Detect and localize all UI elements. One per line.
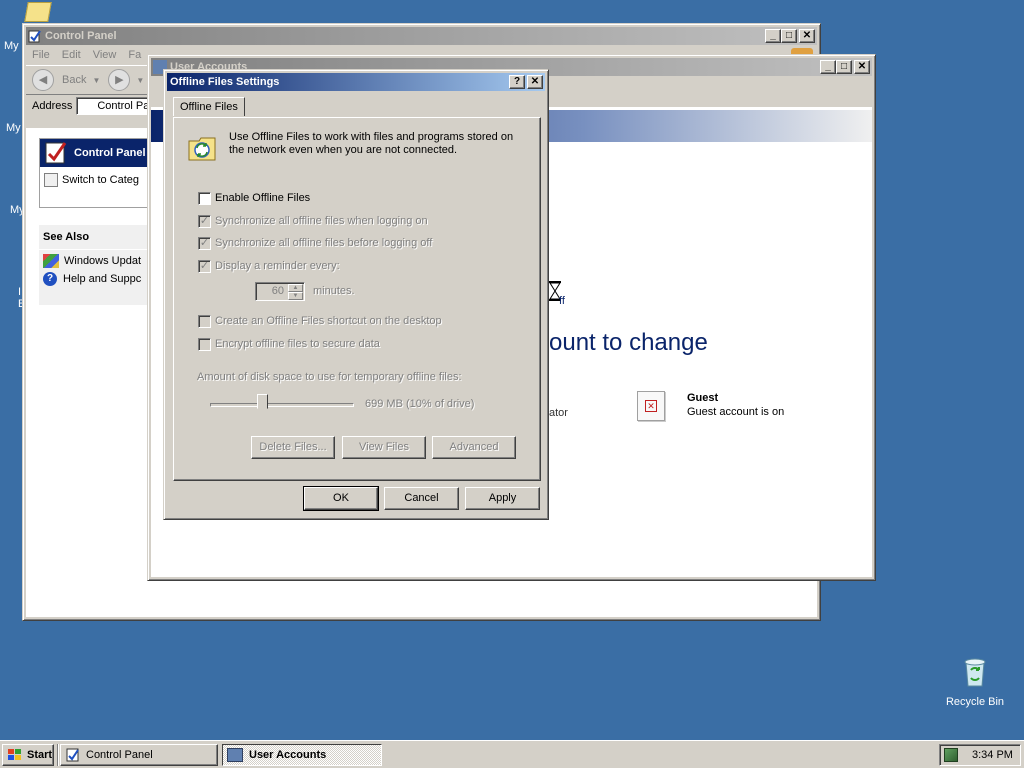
encrypt-checkbox[interactable] bbox=[198, 338, 211, 351]
pick-account-heading: ount to change bbox=[549, 329, 708, 356]
control-panel-icon bbox=[66, 748, 79, 762]
help-icon: ? bbox=[43, 272, 57, 286]
slider-track bbox=[210, 403, 354, 407]
taskbar-item-label: User Accounts bbox=[249, 749, 327, 761]
disk-space-label: Amount of disk space to use for temporar… bbox=[197, 371, 462, 383]
taskbar-item-user-accounts[interactable]: User Accounts bbox=[222, 744, 382, 766]
encrypt-label: Encrypt offline files to secure data bbox=[215, 338, 380, 350]
dialog-title: Offline Files Settings bbox=[170, 76, 280, 88]
chevron-down-icon[interactable]: ▼ bbox=[136, 76, 144, 85]
view-files-button[interactable]: View Files bbox=[342, 436, 426, 459]
system-tray: 3:34 PM bbox=[939, 744, 1021, 766]
taskbar-item-label: Control Panel bbox=[86, 749, 153, 761]
reminder-label: Display a reminder every: bbox=[215, 260, 340, 272]
off-text-fragment: ff bbox=[559, 295, 565, 307]
sync-logon-checkbox[interactable]: ✓ bbox=[198, 215, 211, 228]
enable-offline-files-label[interactable]: Enable Offline Files bbox=[215, 192, 310, 204]
window-title: Control Panel bbox=[45, 30, 117, 42]
guest-status: Guest account is on bbox=[687, 406, 785, 418]
cancel-button[interactable]: Cancel bbox=[384, 487, 459, 510]
control-panel-icon bbox=[28, 30, 41, 43]
my-documents-icon[interactable] bbox=[24, 2, 52, 22]
network-tray-icon[interactable] bbox=[944, 748, 958, 762]
tab-offline-files[interactable]: Offline Files bbox=[173, 97, 245, 116]
minimize-button[interactable]: _ bbox=[765, 29, 781, 43]
task-pane-control-panel: Control Panel Switch to Categ bbox=[39, 138, 159, 208]
delete-files-button[interactable]: Delete Files... bbox=[251, 436, 335, 459]
switch-view-icon bbox=[44, 173, 58, 187]
forward-arrow-icon[interactable]: ▶ bbox=[108, 69, 131, 91]
reminder-checkbox[interactable]: ✓ bbox=[198, 260, 211, 273]
advanced-button[interactable]: Advanced bbox=[432, 436, 516, 459]
maximize-button[interactable]: □ bbox=[836, 60, 852, 74]
guest-account-picture: ✕ bbox=[637, 391, 665, 421]
close-button[interactable]: ✕ bbox=[799, 29, 815, 43]
start-button[interactable]: Start bbox=[2, 744, 54, 766]
maximize-button[interactable]: □ bbox=[781, 29, 797, 43]
back-button[interactable]: Back bbox=[62, 74, 86, 86]
reminder-minutes-stepper[interactable]: 60 ▲ ▼ bbox=[255, 282, 305, 301]
slider-thumb[interactable] bbox=[257, 394, 268, 414]
dialog-description: Use Offline Files to work with files and… bbox=[229, 131, 514, 156]
create-shortcut-label: Create an Offline Files shortcut on the … bbox=[215, 315, 442, 327]
back-arrow-icon[interactable]: ◀ bbox=[32, 69, 54, 91]
help-and-support-link[interactable]: Help and Suppc bbox=[63, 273, 141, 285]
taskbar-separator bbox=[57, 744, 59, 766]
administrator-fragment[interactable]: ator bbox=[549, 407, 568, 419]
disk-space-slider[interactable] bbox=[210, 394, 354, 416]
address-value: Control Pa bbox=[97, 100, 150, 112]
taskbar-item-control-panel[interactable]: Control Panel bbox=[60, 744, 218, 766]
menu-favorites[interactable]: Fa bbox=[122, 49, 147, 61]
recycle-bin-icon bbox=[964, 658, 986, 687]
ok-button[interactable]: OK bbox=[303, 486, 379, 511]
sync-logon-label: Synchronize all offline files when loggi… bbox=[215, 215, 428, 227]
see-also-pane: See Also Windows Updat ? Help and Suppc bbox=[39, 225, 159, 305]
minutes-label: minutes. bbox=[313, 285, 355, 297]
windows-logo-icon bbox=[8, 749, 21, 760]
guest-name: Guest bbox=[687, 392, 719, 404]
disk-space-value: 699 MB (10% of drive) bbox=[365, 398, 475, 410]
dialog-titlebar[interactable]: Offline Files Settings ? ✕ bbox=[167, 73, 545, 91]
desktop-icon-label-fragment[interactable]: I bbox=[18, 286, 21, 298]
help-button[interactable]: ? bbox=[509, 75, 525, 89]
enable-offline-files-checkbox[interactable] bbox=[198, 192, 211, 205]
stepper-up-button[interactable]: ▲ bbox=[288, 284, 303, 292]
recycle-bin[interactable]: Recycle Bin bbox=[940, 656, 1010, 708]
switch-to-category-link[interactable]: Switch to Categ bbox=[62, 174, 139, 186]
user-accounts-icon bbox=[227, 748, 243, 762]
desktop-icon-label-fragment[interactable]: My bbox=[4, 40, 19, 52]
control-panel-titlebar[interactable]: Control Panel _ □ ✕ bbox=[26, 27, 817, 45]
minimize-button[interactable]: _ bbox=[820, 60, 836, 74]
clock[interactable]: 3:34 PM bbox=[972, 749, 1013, 761]
create-shortcut-checkbox[interactable] bbox=[198, 315, 211, 328]
menu-file[interactable]: File bbox=[26, 49, 56, 61]
address-label: Address bbox=[32, 100, 73, 112]
see-also-title: See Also bbox=[39, 225, 159, 250]
panel-title: Control Panel bbox=[74, 147, 146, 159]
tab-panel: Use Offline Files to work with files and… bbox=[173, 117, 541, 481]
desktop-icon-label-fragment[interactable]: My bbox=[6, 122, 21, 134]
close-button[interactable]: ✕ bbox=[527, 75, 543, 89]
guest-off-icon: ✕ bbox=[645, 400, 657, 412]
control-panel-icon bbox=[45, 142, 67, 164]
menu-edit[interactable]: Edit bbox=[56, 49, 87, 61]
sync-logoff-label: Synchronize all offline files before log… bbox=[215, 237, 433, 249]
sync-logoff-checkbox[interactable]: ✓ bbox=[198, 237, 211, 250]
recycle-bin-label: Recycle Bin bbox=[945, 696, 1005, 708]
apply-button[interactable]: Apply bbox=[465, 487, 540, 510]
menu-view[interactable]: View bbox=[87, 49, 123, 61]
close-button[interactable]: ✕ bbox=[854, 60, 870, 74]
reminder-minutes-value: 60 bbox=[271, 285, 284, 297]
offline-files-settings-dialog[interactable]: Offline Files Settings ? ✕ Offline Files… bbox=[163, 69, 549, 520]
windows-update-link[interactable]: Windows Updat bbox=[64, 255, 141, 267]
start-label: Start bbox=[27, 749, 53, 761]
taskbar: Start Control Panel User Accounts 3:34 P… bbox=[0, 740, 1024, 768]
tab-label: Offline Files bbox=[180, 101, 238, 113]
stepper-down-button[interactable]: ▼ bbox=[288, 292, 303, 300]
offline-files-icon bbox=[188, 137, 216, 161]
chevron-down-icon[interactable]: ▼ bbox=[92, 76, 100, 85]
windows-update-icon bbox=[43, 254, 59, 268]
